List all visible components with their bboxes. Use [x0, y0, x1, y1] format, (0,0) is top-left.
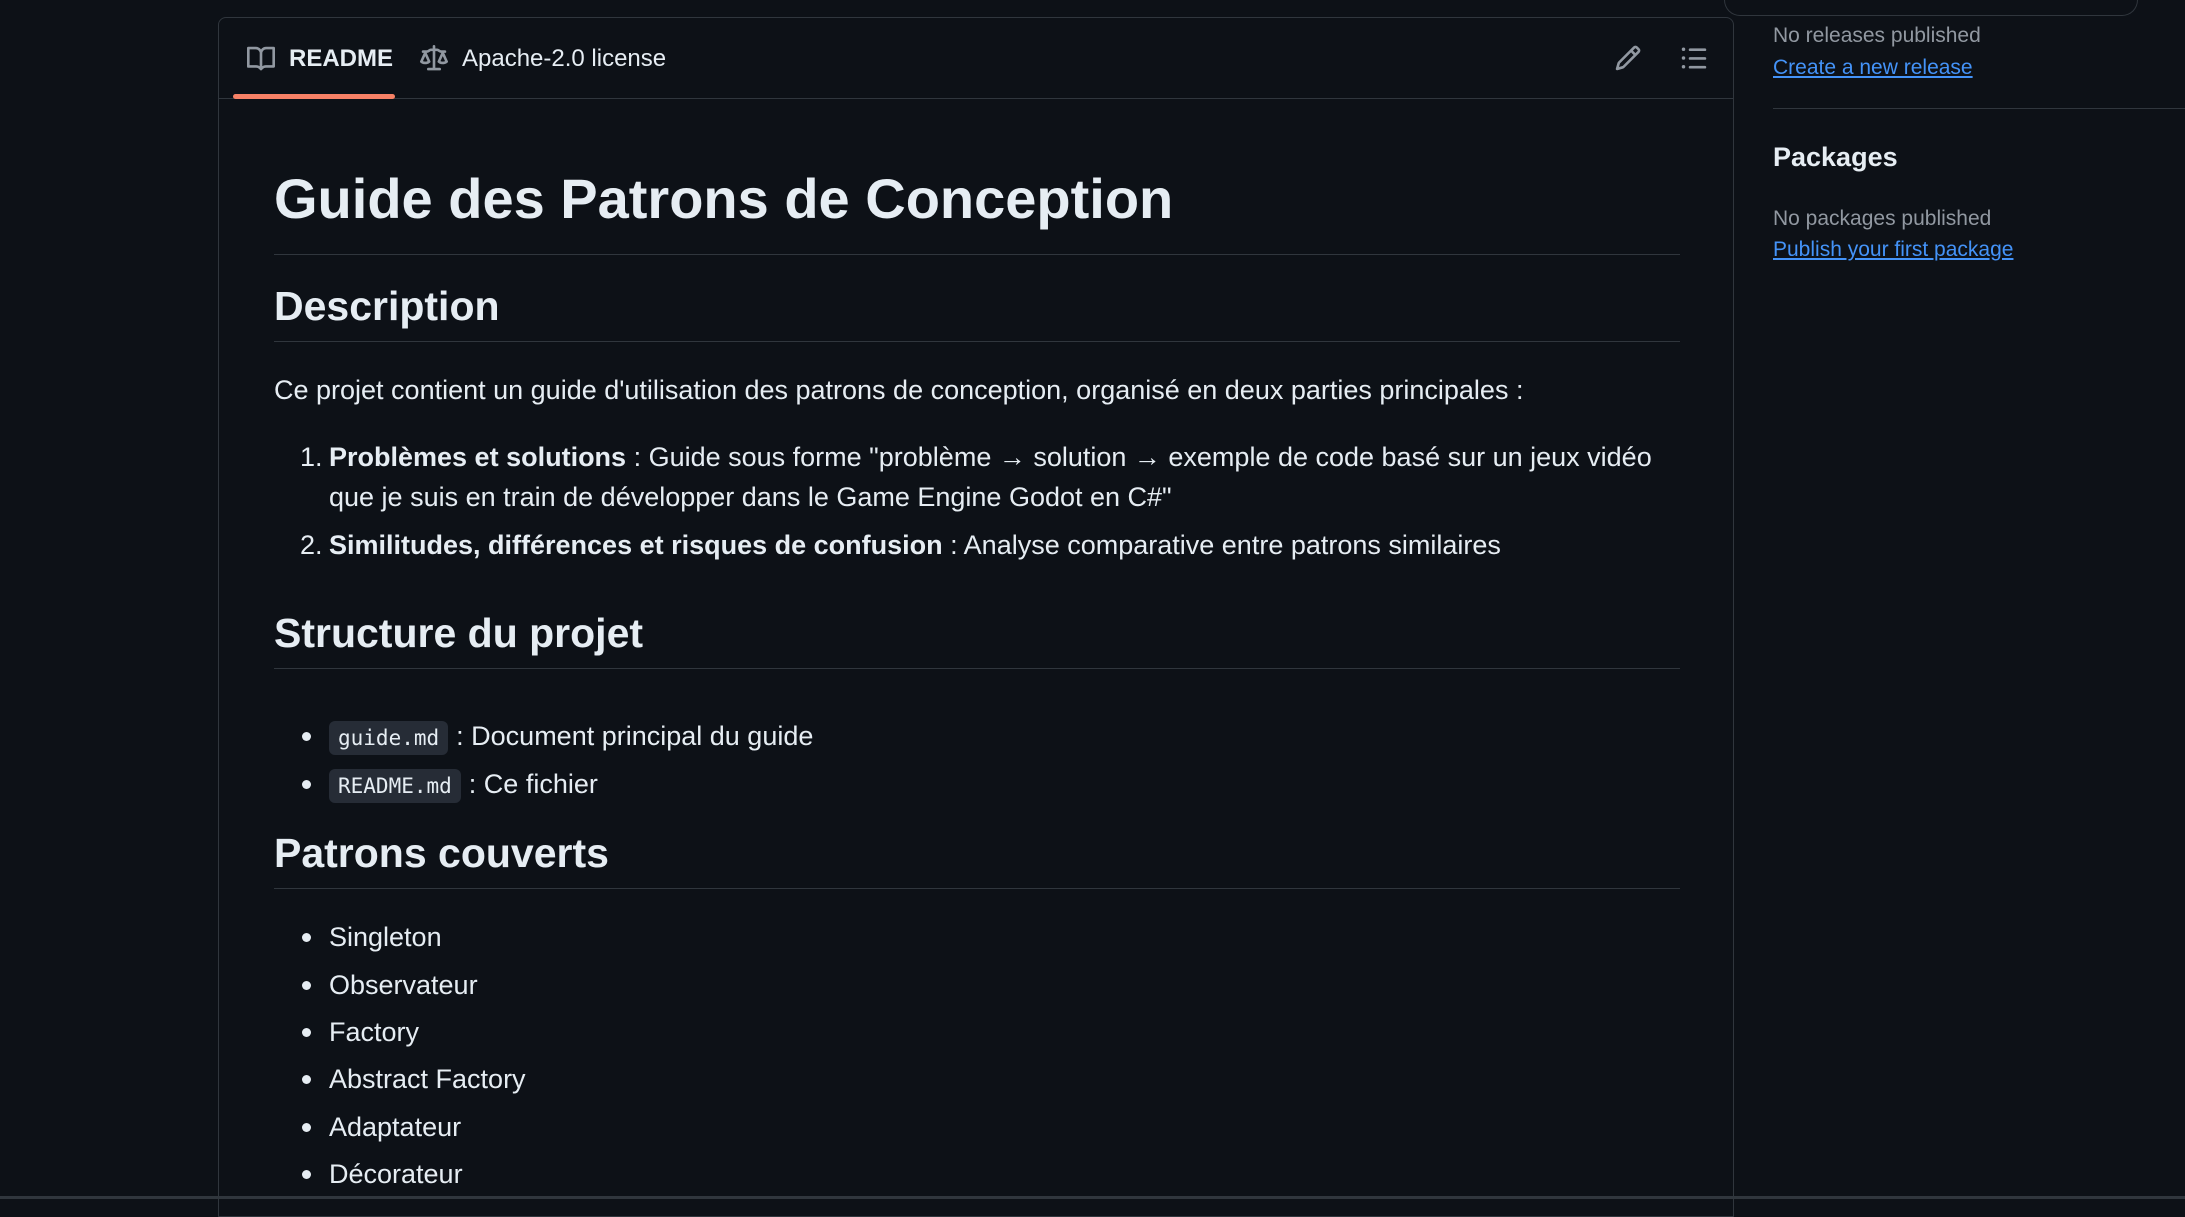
readme-tabbar: README Apache-2.0 license — [219, 18, 1733, 99]
list-item-bold: Problèmes et solutions — [329, 442, 627, 472]
pencil-icon — [1615, 45, 1641, 71]
tab-readme[interactable]: README — [247, 18, 393, 99]
pattern-name: Factory — [329, 1017, 420, 1047]
pattern-name: Adaptateur — [329, 1112, 462, 1142]
tab-readme-label: README — [289, 44, 394, 72]
bullet — [302, 780, 311, 789]
patterns-heading: Patrons couverts — [274, 830, 609, 876]
pattern-name: Singleton — [329, 922, 442, 952]
description-divider — [274, 341, 1680, 342]
description-heading: Description — [274, 283, 500, 329]
no-releases-text: No releases published — [1773, 24, 1981, 47]
sidebar-divider — [1773, 108, 2185, 109]
create-release-link[interactable]: Create a new release — [1773, 56, 1973, 80]
sidebar-top-box — [1724, 0, 2138, 16]
readme-title: Guide des Patrons de Conception — [274, 167, 1174, 230]
pattern-name: Abstract Factory — [329, 1064, 526, 1094]
list-item-text: Similitudes, différences et risques de c… — [329, 525, 1680, 565]
readme-panel: README Apache-2.0 license Guide des Patr… — [218, 17, 1734, 1217]
description-intro: Ce projet contient un guide d'utilisatio… — [274, 375, 1524, 405]
file-code: guide.md — [329, 721, 449, 755]
structure-divider — [274, 668, 1680, 669]
list-item-text: Problèmes et solutions : Guide sous form… — [329, 437, 1680, 517]
tab-license[interactable]: Apache-2.0 license — [420, 18, 666, 99]
structure-heading: Structure du projet — [274, 610, 644, 656]
law-icon — [420, 44, 448, 70]
bullet — [302, 1123, 311, 1132]
tab-license-label: Apache-2.0 license — [462, 44, 667, 72]
edit-readme-button[interactable] — [1610, 40, 1646, 76]
bullet — [302, 1075, 311, 1084]
bullet — [302, 1170, 311, 1179]
file-description: : Document principal du guide — [456, 721, 814, 751]
list-item-number: 1. — [300, 442, 323, 472]
pattern-name: Observateur — [329, 970, 478, 1000]
active-tab-indicator — [233, 94, 395, 99]
book-icon — [247, 46, 275, 70]
list-item-number: 2. — [300, 530, 323, 560]
list-item-bold: Similitudes, différences et risques de c… — [329, 530, 943, 560]
file-description: : Ce fichier — [468, 769, 598, 799]
outline-button[interactable] — [1676, 40, 1712, 76]
bullet — [302, 732, 311, 741]
pattern-name: Décorateur — [329, 1159, 463, 1189]
publish-package-link[interactable]: Publish your first package — [1773, 238, 2013, 262]
file-code: README.md — [329, 769, 461, 803]
packages-heading: Packages — [1773, 142, 1898, 172]
patterns-divider — [274, 888, 1680, 889]
list-unordered-icon — [1681, 47, 1707, 69]
title-divider — [274, 254, 1680, 255]
bullet — [302, 981, 311, 990]
bullet — [302, 933, 311, 942]
no-packages-text: No packages published — [1773, 207, 1992, 230]
bullet — [302, 1028, 311, 1037]
list-item-body: : Analyse comparative entre patrons simi… — [942, 530, 1501, 560]
